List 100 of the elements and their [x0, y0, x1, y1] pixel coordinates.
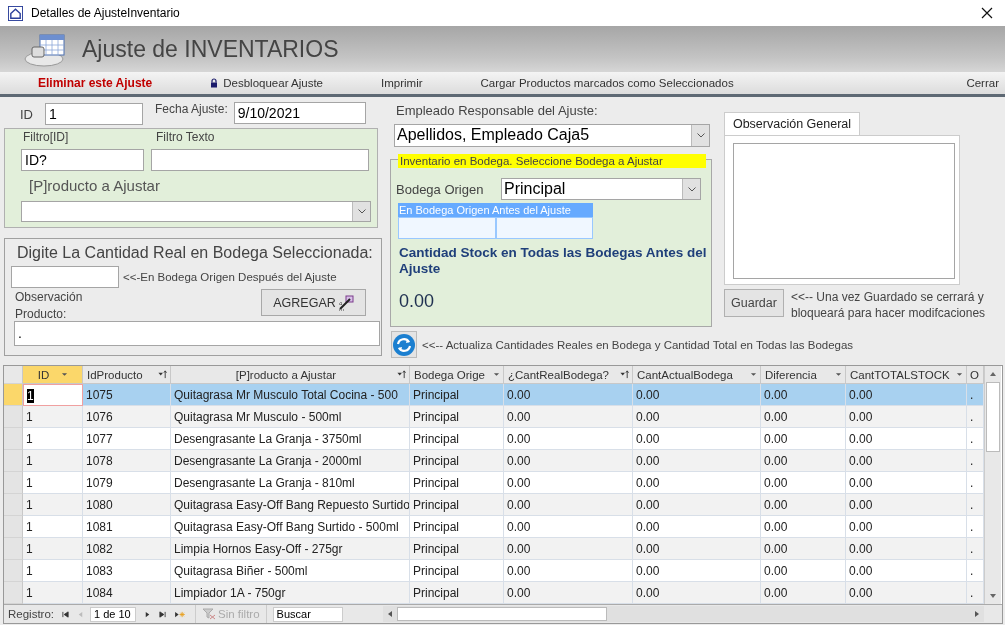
- record-position-field[interactable]: 1 de 10: [90, 606, 137, 622]
- funnel-icon: [202, 608, 217, 620]
- stock-label: Cantidad Stock en Todas las Bodegas Antes del Ajuste: [399, 245, 708, 277]
- table-row[interactable]: 1 1077 Desengrasante La Granja - 3750ml Principal 0.00 0.00 0.00 0.00 .: [4, 428, 984, 450]
- table-cell: 1: [23, 428, 83, 450]
- last-record-icon[interactable]: [159, 610, 167, 618]
- toolbar-button[interactable]: Imprimir: [381, 77, 423, 89]
- observation-field[interactable]: .: [14, 321, 380, 346]
- table-row[interactable]: 1 1076 Quitagrasa Mr Musculo - 500ml Principal 0.00 0.00 0.00 0.00 .: [4, 406, 984, 428]
- scroll-thumb[interactable]: [396, 607, 607, 621]
- table-cell: 0.00: [846, 560, 967, 582]
- search-field[interactable]: Buscar: [272, 606, 343, 622]
- close-icon[interactable]: [981, 7, 993, 19]
- table-row[interactable]: 1 1078 Desengrasante La Granja - 2000ml Principal 0.00 0.00 0.00 0.00 .: [4, 450, 984, 472]
- toolbar-button[interactable]: Eliminar este Ajuste: [38, 76, 153, 90]
- next-record-icon[interactable]: [144, 610, 152, 618]
- refresh-icon: [392, 332, 416, 357]
- row-selector[interactable]: [4, 472, 23, 494]
- row-selector[interactable]: [4, 516, 23, 538]
- quantity-field[interactable]: [11, 266, 119, 288]
- table-cell: 1: [23, 516, 83, 538]
- table-cell: 0.00: [504, 384, 633, 406]
- dropdown-arrow-icon: [750, 372, 757, 377]
- id-filter-field[interactable]: ID?: [21, 149, 144, 171]
- table-cell: 1: [23, 560, 83, 582]
- toolbar-button[interactable]: Cargar Productos marcados como Seleccionados: [480, 77, 734, 89]
- toolbar-button[interactable]: Desbloquear Ajuste: [210, 77, 323, 89]
- row-selector[interactable]: [4, 538, 23, 560]
- origin-dropdown[interactable]: Principal: [501, 178, 701, 200]
- column-header[interactable]: ID: [23, 366, 83, 384]
- warehouse-legend: Inventario en Bodega. Seleccione Bodega a Ajustar: [398, 154, 706, 168]
- table-cell: 0.00: [504, 516, 633, 538]
- table-cell: 1: [23, 494, 83, 516]
- product-label: [P]roducto a Ajustar: [29, 177, 161, 194]
- scroll-up-icon[interactable]: [989, 370, 997, 378]
- table-row[interactable]: 1 1080 Quitagrasa Easy-Off Bang Repuesto Surtido Principal 0.00 0.00 0.00 0.00 .: [4, 494, 984, 516]
- table-row[interactable]: 1 1083 Quitagrasa Biñer - 500ml Principal 0.00 0.00 0.00 0.00 .: [4, 560, 984, 582]
- table-row[interactable]: 1 1075 Quitagrasa Mr Musculo Total Cocina - 500 Principal 0.00 0.00 0.00 0.00 .: [4, 384, 984, 406]
- new-record-icon[interactable]: [174, 610, 186, 618]
- row-selector[interactable]: [4, 582, 23, 604]
- caret-icon: [357, 209, 366, 214]
- dropdown-arrow-icon: [956, 372, 963, 377]
- table-cell: 0.00: [633, 560, 761, 582]
- horizontal-scrollbar[interactable]: [382, 606, 984, 622]
- form-title: Ajuste de INVENTARIOS: [82, 35, 339, 63]
- row-selector[interactable]: [4, 428, 23, 450]
- scroll-right-icon[interactable]: [973, 610, 981, 618]
- id-label: ID: [20, 107, 33, 122]
- table-cell: Principal: [410, 450, 504, 472]
- table-row[interactable]: 1 1081 Quitagrasa Easy-Off Bang Surtido - 500ml Principal 0.00 0.00 0.00 0.00 .: [4, 516, 984, 538]
- employee-label: Empleado Responsable del Ajuste:: [396, 103, 599, 118]
- row-selector[interactable]: [4, 560, 23, 582]
- previous-record-icon[interactable]: [77, 610, 85, 618]
- stock-value: 0.00: [399, 291, 436, 312]
- table-cell: Quitagrasa Mr Musculo Total Cocina - 500: [171, 384, 410, 406]
- row-selector[interactable]: [4, 406, 23, 428]
- table-cell: 0.00: [761, 494, 846, 516]
- filter-text-field[interactable]: [151, 149, 369, 171]
- observation-tab[interactable]: Observación General: [724, 112, 860, 135]
- dropdown-arrow-icon: [493, 372, 500, 377]
- select-all-corner[interactable]: [4, 366, 23, 384]
- table-cell: Desengrasante La Granja - 2000ml: [171, 450, 410, 472]
- table-cell: 1084: [83, 582, 171, 604]
- row-selector[interactable]: [4, 494, 23, 516]
- table-cell: 1: [23, 538, 83, 560]
- table-cell: 0.00: [761, 450, 846, 472]
- date-field[interactable]: 9/10/2021: [233, 102, 366, 124]
- table-row[interactable]: 1 1084 Limpiador 1A - 750gr Principal 0.00 0.00 0.00 0.00 .: [4, 582, 984, 604]
- table-cell: 1077: [83, 428, 171, 450]
- scroll-thumb[interactable]: [986, 382, 1000, 452]
- mini-table-header: En Bodega Origen Antes del Ajuste: [398, 203, 593, 217]
- employee-dropdown[interactable]: Apellidos, Empleado Caja5: [394, 124, 710, 147]
- table-row[interactable]: 1 1079 Desengrasante La Granja - 810ml Principal 0.00 0.00 0.00 0.00 .: [4, 472, 984, 494]
- table-cell: 0.00: [846, 516, 967, 538]
- table-row[interactable]: 1 1082 Limpia Hornos Easy-Off - 275gr Principal 0.00 0.00 0.00 0.00 .: [4, 538, 984, 560]
- table-cell: 0.00: [504, 560, 633, 582]
- table-cell: 0.00: [761, 406, 846, 428]
- row-selector[interactable]: [4, 384, 23, 406]
- table-cell: 1076: [83, 406, 171, 428]
- add-button[interactable]: AGREGAR: [261, 289, 366, 316]
- refresh-button[interactable]: [391, 331, 417, 358]
- table-cell: .: [967, 494, 984, 516]
- table-cell: 0.00: [846, 384, 967, 406]
- observation-label: Observación Producto:: [15, 289, 84, 323]
- save-button[interactable]: Guardar: [724, 289, 784, 317]
- adjustment-number-field[interactable]: 1: [45, 103, 143, 125]
- scroll-down-icon[interactable]: [989, 592, 997, 600]
- toolbar-button[interactable]: Cerrar: [966, 77, 999, 89]
- table-cell: Principal: [410, 582, 504, 604]
- vertical-scrollbar[interactable]: [984, 366, 1001, 604]
- table-cell: 0.00: [504, 538, 633, 560]
- table-cell: 0.00: [846, 472, 967, 494]
- product-dropdown[interactable]: [21, 201, 371, 222]
- table-cell: 0.00: [761, 582, 846, 604]
- table-cell: .: [967, 450, 984, 472]
- row-selector[interactable]: [4, 450, 23, 472]
- table-cell: 1081: [83, 516, 171, 538]
- app-icon: [8, 5, 23, 21]
- first-record-icon[interactable]: [62, 610, 70, 618]
- table-cell: 0.00: [633, 582, 761, 604]
